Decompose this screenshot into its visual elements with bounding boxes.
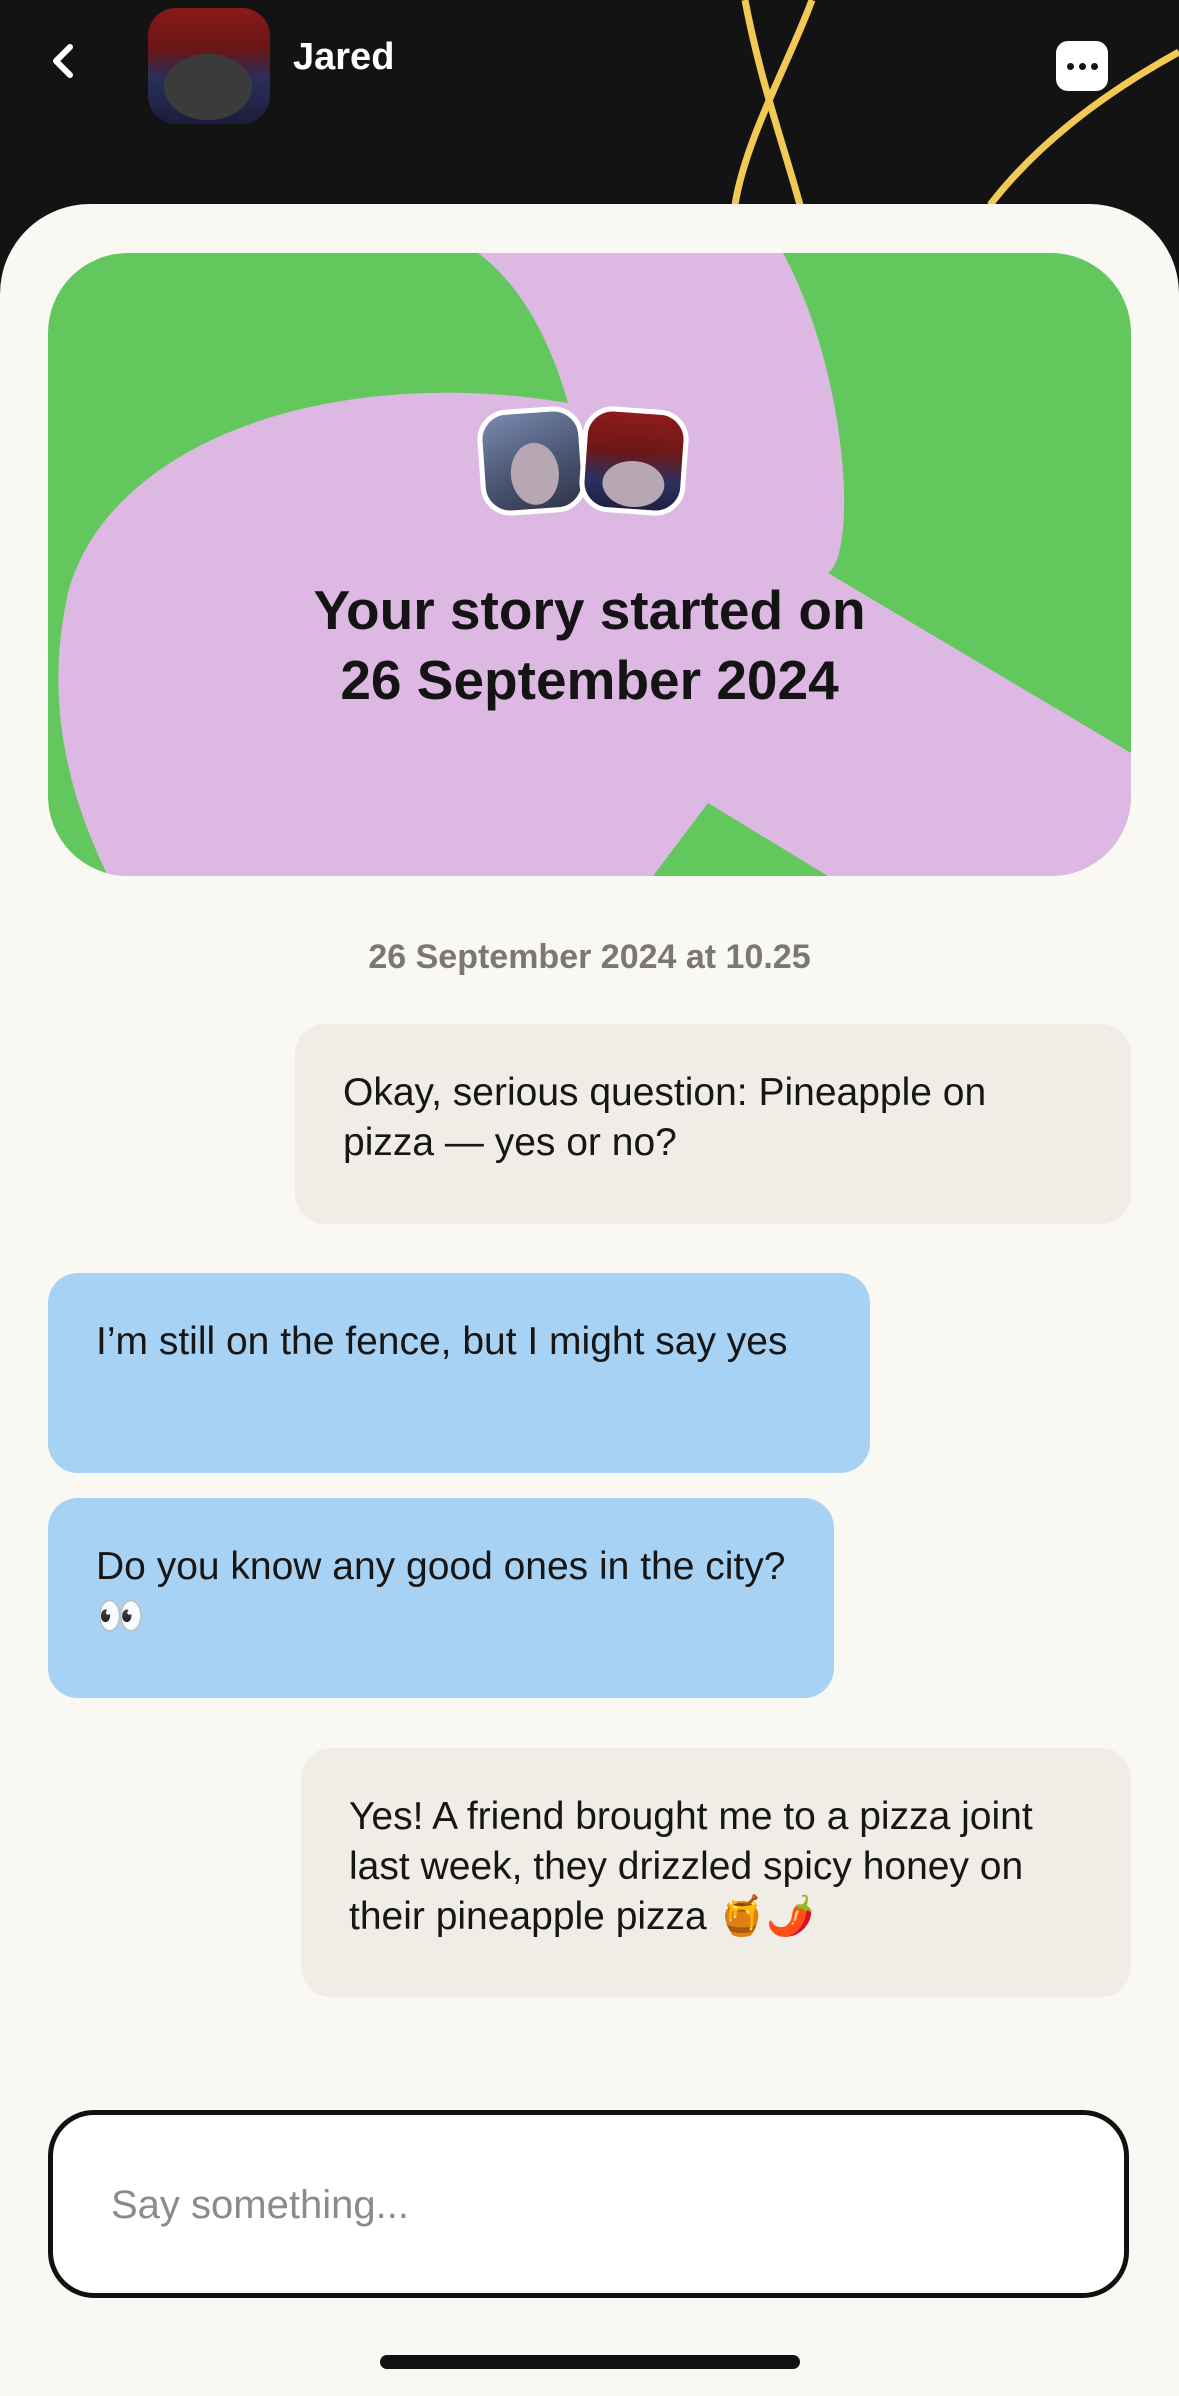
message-bubble-incoming[interactable]: I’m still on the fence, but I might say … — [48, 1273, 870, 1473]
message-timestamp: 26 September 2024 at 10.25 — [368, 938, 811, 976]
top-bar: Jared — [0, 0, 1179, 230]
message-bubble-incoming[interactable]: Do you know any good ones in the city? 👀 — [48, 1498, 834, 1698]
story-line-1: Your story started on — [313, 579, 866, 641]
story-start-text: Your story started on 26 September 2024 — [48, 575, 1131, 715]
message-input[interactable] — [109, 2115, 1073, 2295]
message-composer[interactable] — [48, 2110, 1129, 2298]
user-avatar — [475, 404, 589, 518]
back-button[interactable] — [38, 36, 88, 86]
story-avatars — [475, 404, 719, 528]
story-line-2: 26 September 2024 — [340, 649, 839, 711]
home-indicator[interactable] — [380, 2355, 800, 2369]
more-options-button[interactable] — [1056, 41, 1108, 91]
avatar-face-blur — [164, 54, 252, 120]
contact-name[interactable]: Jared — [293, 36, 394, 79]
chevron-left-icon — [53, 44, 73, 78]
card-background-shapes — [58, 253, 1131, 876]
more-horizontal-icon — [1066, 62, 1074, 70]
story-start-card: Your story started on 26 September 2024 — [48, 253, 1131, 876]
contact-avatar[interactable] — [148, 8, 270, 124]
message-bubble-outgoing[interactable]: Okay, serious question: Pineapple on piz… — [295, 1024, 1131, 1224]
contact-avatar-small — [577, 404, 691, 518]
message-bubble-outgoing[interactable]: Yes! A friend brought me to a pizza join… — [301, 1748, 1131, 1997]
